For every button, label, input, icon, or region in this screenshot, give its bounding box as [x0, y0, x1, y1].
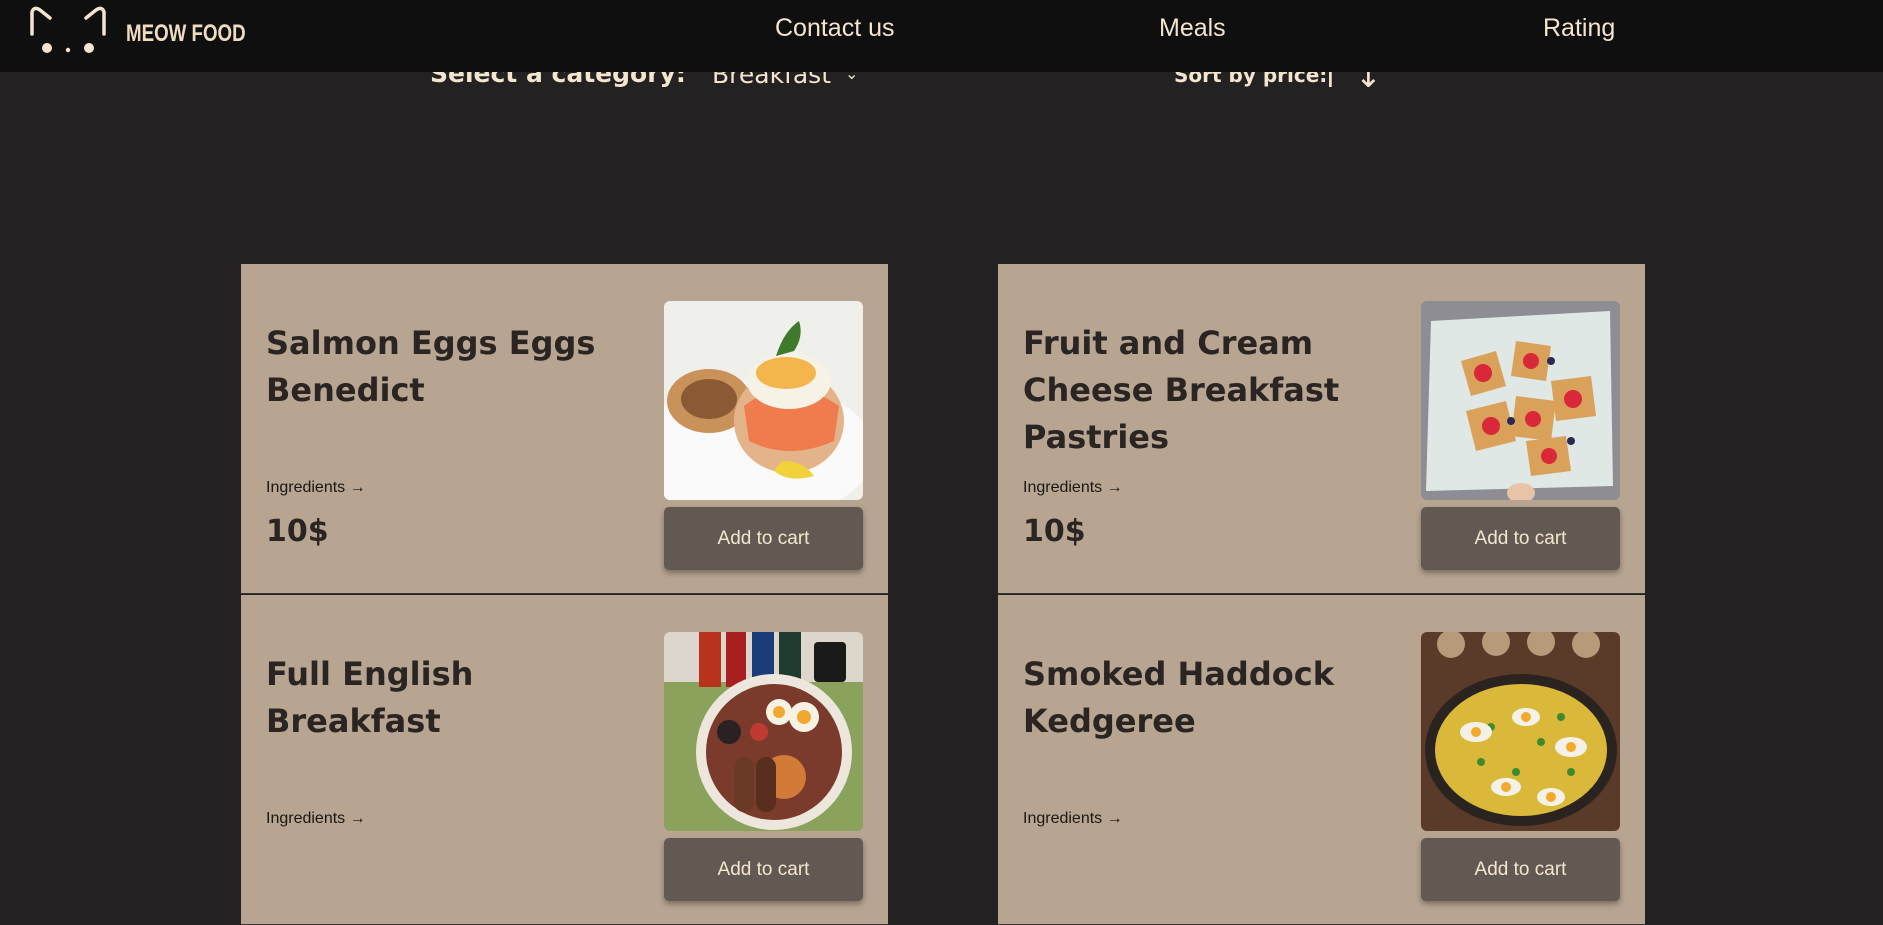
nav-rating[interactable]: Rating: [1543, 14, 1615, 43]
top-nav-bar: MEOW FOOD Contact us Meals Rating: [0, 0, 1883, 72]
kedgeree-photo: [1421, 632, 1620, 831]
meal-card: Smoked Haddock Kedgeree Ingredients → Ad: [998, 595, 1645, 925]
nav-meals[interactable]: Meals: [1159, 14, 1226, 43]
meal-title: Full English Breakfast: [266, 655, 474, 740]
meal-card: Full English Breakfast Ingredients → Add…: [241, 595, 888, 925]
ingredients-link[interactable]: Ingredients →: [1023, 810, 1123, 828]
add-to-cart-button[interactable]: Add to cart: [1421, 507, 1620, 570]
add-to-cart-button[interactable]: Add to cart: [664, 507, 863, 570]
ingredients-link[interactable]: Ingredients →: [266, 810, 366, 828]
ingredients-link[interactable]: Ingredients →: [1023, 479, 1123, 497]
meal-title: Salmon Eggs Eggs Benedict: [266, 324, 596, 409]
full-english-breakfast-photo: [664, 632, 863, 831]
meal-card: Salmon Eggs Eggs Benedict Ingredients → …: [241, 264, 888, 594]
meal-card: Fruit and Cream Cheese Breakfast Pastrie…: [998, 264, 1645, 594]
meal-title: Smoked Haddock Kedgeree: [1023, 655, 1334, 740]
add-to-cart-button[interactable]: Add to cart: [664, 838, 863, 901]
add-to-cart-button[interactable]: Add to cart: [1421, 838, 1620, 901]
meal-price: 10$: [266, 514, 329, 549]
salmon-eggs-benedict-photo: [664, 301, 863, 500]
fruit-pastries-photo: [1421, 301, 1620, 500]
brand-name[interactable]: MEOW FOOD: [126, 20, 246, 48]
meal-price: 10$: [1023, 514, 1086, 549]
cat-face-logo-icon[interactable]: [28, 4, 108, 56]
nav-contact-us[interactable]: Contact us: [775, 14, 895, 43]
meal-title: Fruit and Cream Cheese Breakfast Pastrie…: [1023, 324, 1340, 456]
ingredients-link[interactable]: Ingredients →: [266, 479, 366, 497]
